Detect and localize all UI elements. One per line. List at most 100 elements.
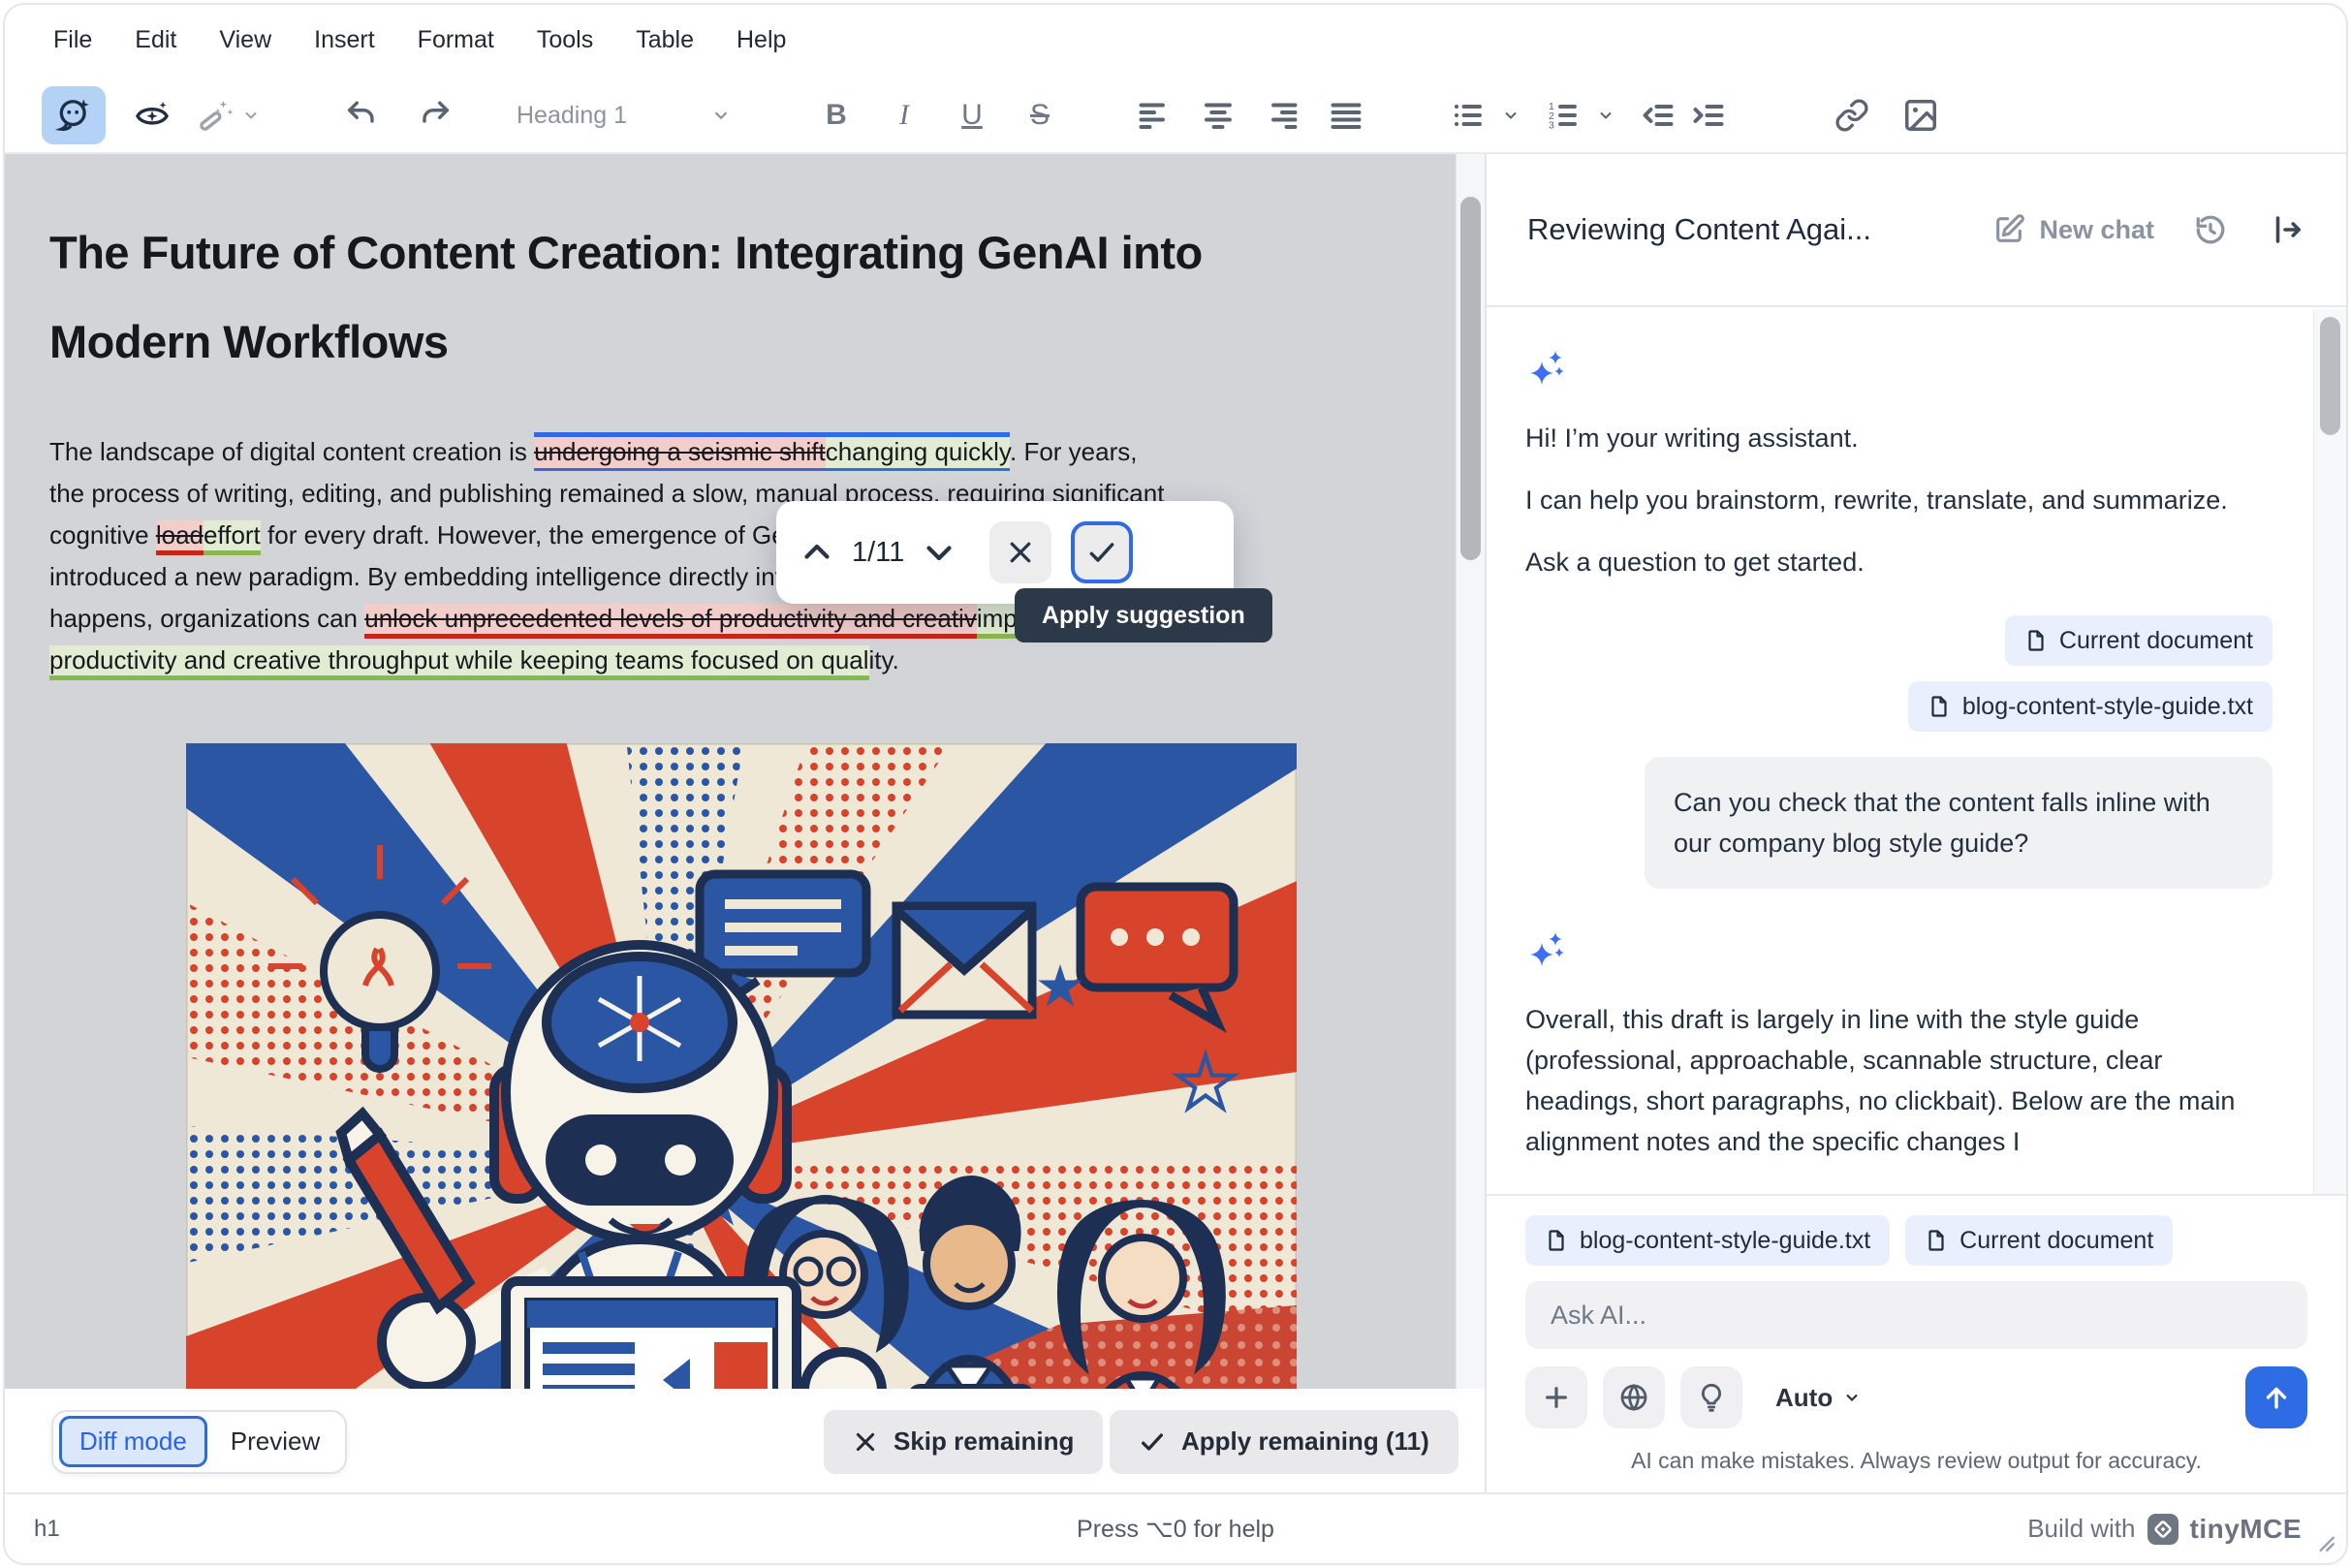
align-right-icon[interactable] xyxy=(1265,98,1300,133)
preview-toggle[interactable]: Preview xyxy=(211,1419,339,1464)
diff-suggestion[interactable]: loadeffort xyxy=(156,520,261,555)
suggestions-button[interactable] xyxy=(1680,1366,1742,1428)
brand-name: tinyMCE xyxy=(2190,1514,2303,1545)
mode-select-label: Auto xyxy=(1775,1383,1833,1413)
brand-prefix: Build with xyxy=(2027,1514,2135,1544)
link-icon[interactable] xyxy=(1834,98,1869,133)
align-justify-icon[interactable] xyxy=(1329,98,1364,133)
image-icon[interactable] xyxy=(1902,97,1939,134)
diff-mode-toggle[interactable]: Diff mode xyxy=(59,1416,207,1467)
style-guide-file-tag[interactable]: blog-content-style-guide.txt xyxy=(1525,1215,1890,1266)
view-mode-switch: Diff mode Preview xyxy=(51,1410,347,1474)
italic-button[interactable]: I xyxy=(885,99,924,132)
app-window: File Edit View Insert Format Tools Table… xyxy=(3,3,2348,1565)
previous-suggestion-button[interactable] xyxy=(799,535,834,570)
ai-shortcuts-button[interactable] xyxy=(199,86,261,144)
ask-ai-input[interactable] xyxy=(1525,1281,2307,1349)
assistant-message-line: Hi! I’m your writing assistant. xyxy=(1525,418,2273,458)
tinymce-branding[interactable]: Build with tinyMCE xyxy=(2027,1514,2302,1545)
chat-history-button[interactable] xyxy=(2193,212,2228,247)
assistant-reply-text: Overall, this draft is largely in line w… xyxy=(1525,999,2273,1162)
apply-remaining-button[interactable]: Apply remaining (11) xyxy=(1110,1410,1458,1474)
help-shortcut-text: Press ⌥0 for help xyxy=(5,1515,2346,1544)
new-chat-button[interactable]: New chat xyxy=(1992,213,2154,246)
diff-inserted-text: effort xyxy=(204,520,261,555)
menu-table[interactable]: Table xyxy=(636,26,694,54)
user-message-text: Can you check that the content falls inl… xyxy=(1674,788,2210,858)
assistant-message-line: I can help you brainstorm, rewrite, tran… xyxy=(1525,480,2273,520)
ai-review-button[interactable] xyxy=(131,86,173,144)
diff-deleted-text: undergoing a seismic shift xyxy=(534,437,826,468)
next-suggestion-button[interactable] xyxy=(922,535,956,570)
editor-scrollbar[interactable] xyxy=(1456,154,1485,1389)
skip-remaining-label: Skip remaining xyxy=(893,1427,1074,1457)
ai-chat-button[interactable] xyxy=(42,86,106,144)
strikethrough-button[interactable]: S xyxy=(1020,99,1059,132)
tinymce-logo xyxy=(2147,1514,2179,1545)
apply-suggestion-button[interactable] xyxy=(1071,521,1133,583)
align-left-icon[interactable] xyxy=(1137,98,1172,133)
doc-text: . For years, xyxy=(1010,437,1137,466)
toolbar: Heading 1 B I U S xyxy=(5,80,2346,150)
document-icon xyxy=(2024,628,2048,653)
send-button[interactable] xyxy=(2245,1366,2307,1428)
current-document-tag[interactable]: Current document xyxy=(1905,1215,2173,1266)
bold-button[interactable]: B xyxy=(817,99,856,132)
numbered-list-icon[interactable]: 1 2 3 xyxy=(1546,98,1581,133)
bullet-list-icon[interactable] xyxy=(1451,98,1486,133)
apply-suggestion-tooltip: Apply suggestion xyxy=(1015,588,1272,643)
menu-view[interactable]: View xyxy=(219,26,271,54)
assistant-message-line: Ask a question to get started. xyxy=(1525,542,2273,582)
undo-button[interactable] xyxy=(339,86,382,144)
chevron-down-icon[interactable] xyxy=(1501,106,1520,125)
check-icon xyxy=(1139,1428,1166,1456)
diff-suggestion-selected[interactable]: undergoing a seismic shiftchanging quick… xyxy=(534,432,1010,471)
document-icon xyxy=(1545,1228,1568,1253)
chevron-down-icon xyxy=(1842,1388,1862,1407)
diff-deleted-text: load xyxy=(156,520,204,555)
menu-tools[interactable]: Tools xyxy=(537,26,593,54)
document-title[interactable]: The Future of Content Creation: Integrat… xyxy=(49,208,1367,387)
plus-icon xyxy=(1541,1382,1572,1413)
doc-text: happens, organizations can xyxy=(49,604,364,633)
lightbulb-icon xyxy=(1696,1382,1727,1413)
chevron-down-icon[interactable] xyxy=(1596,106,1615,125)
attach-button[interactable] xyxy=(1525,1366,1587,1428)
history-icon xyxy=(2193,212,2228,247)
reject-suggestion-button[interactable] xyxy=(989,521,1051,583)
editor-column: The Future of Content Creation: Integrat… xyxy=(5,154,1487,1492)
current-document-tag[interactable]: Current document xyxy=(2005,615,2273,666)
undo-icon xyxy=(343,98,378,133)
doc-text: ity. xyxy=(869,645,899,674)
menu-insert[interactable]: Insert xyxy=(314,26,375,54)
close-icon xyxy=(1006,538,1035,567)
ai-review-icon xyxy=(134,97,171,134)
menu-file[interactable]: File xyxy=(53,26,92,54)
close-icon xyxy=(853,1429,878,1455)
chat-scrollbar-thumb[interactable] xyxy=(2320,317,2340,435)
collapse-panel-button[interactable] xyxy=(2271,212,2305,247)
underline-button[interactable]: U xyxy=(953,99,991,132)
chat-transcript[interactable]: Hi! I’m your writing assistant. I can he… xyxy=(1487,307,2311,1194)
align-center-icon[interactable] xyxy=(1201,98,1236,133)
compose-icon xyxy=(1992,213,2025,246)
resize-handle[interactable] xyxy=(2311,1528,2336,1553)
redo-button[interactable] xyxy=(415,86,457,144)
menu-edit[interactable]: Edit xyxy=(135,26,176,54)
ai-disclaimer: AI can make mistakes. Always review outp… xyxy=(1525,1448,2307,1474)
mode-select[interactable]: Auto xyxy=(1775,1383,1862,1413)
document-illustration[interactable] xyxy=(186,743,1297,1389)
menu-format[interactable]: Format xyxy=(418,26,494,54)
editor-scrollbar-thumb[interactable] xyxy=(1460,197,1481,560)
chat-scrollbar[interactable] xyxy=(2313,309,2346,1194)
style-guide-file-tag[interactable]: blog-content-style-guide.txt xyxy=(1908,681,2273,732)
web-search-button[interactable] xyxy=(1603,1366,1665,1428)
document-canvas[interactable]: The Future of Content Creation: Integrat… xyxy=(5,154,1485,1389)
indent-icon[interactable] xyxy=(1691,98,1726,133)
sparkles-icon xyxy=(1525,346,2273,392)
block-format-select[interactable]: Heading 1 xyxy=(517,102,732,130)
document-icon xyxy=(1928,694,1951,719)
skip-remaining-button[interactable]: Skip remaining xyxy=(824,1410,1103,1474)
menu-help[interactable]: Help xyxy=(737,26,786,54)
outdent-icon[interactable] xyxy=(1641,98,1676,133)
